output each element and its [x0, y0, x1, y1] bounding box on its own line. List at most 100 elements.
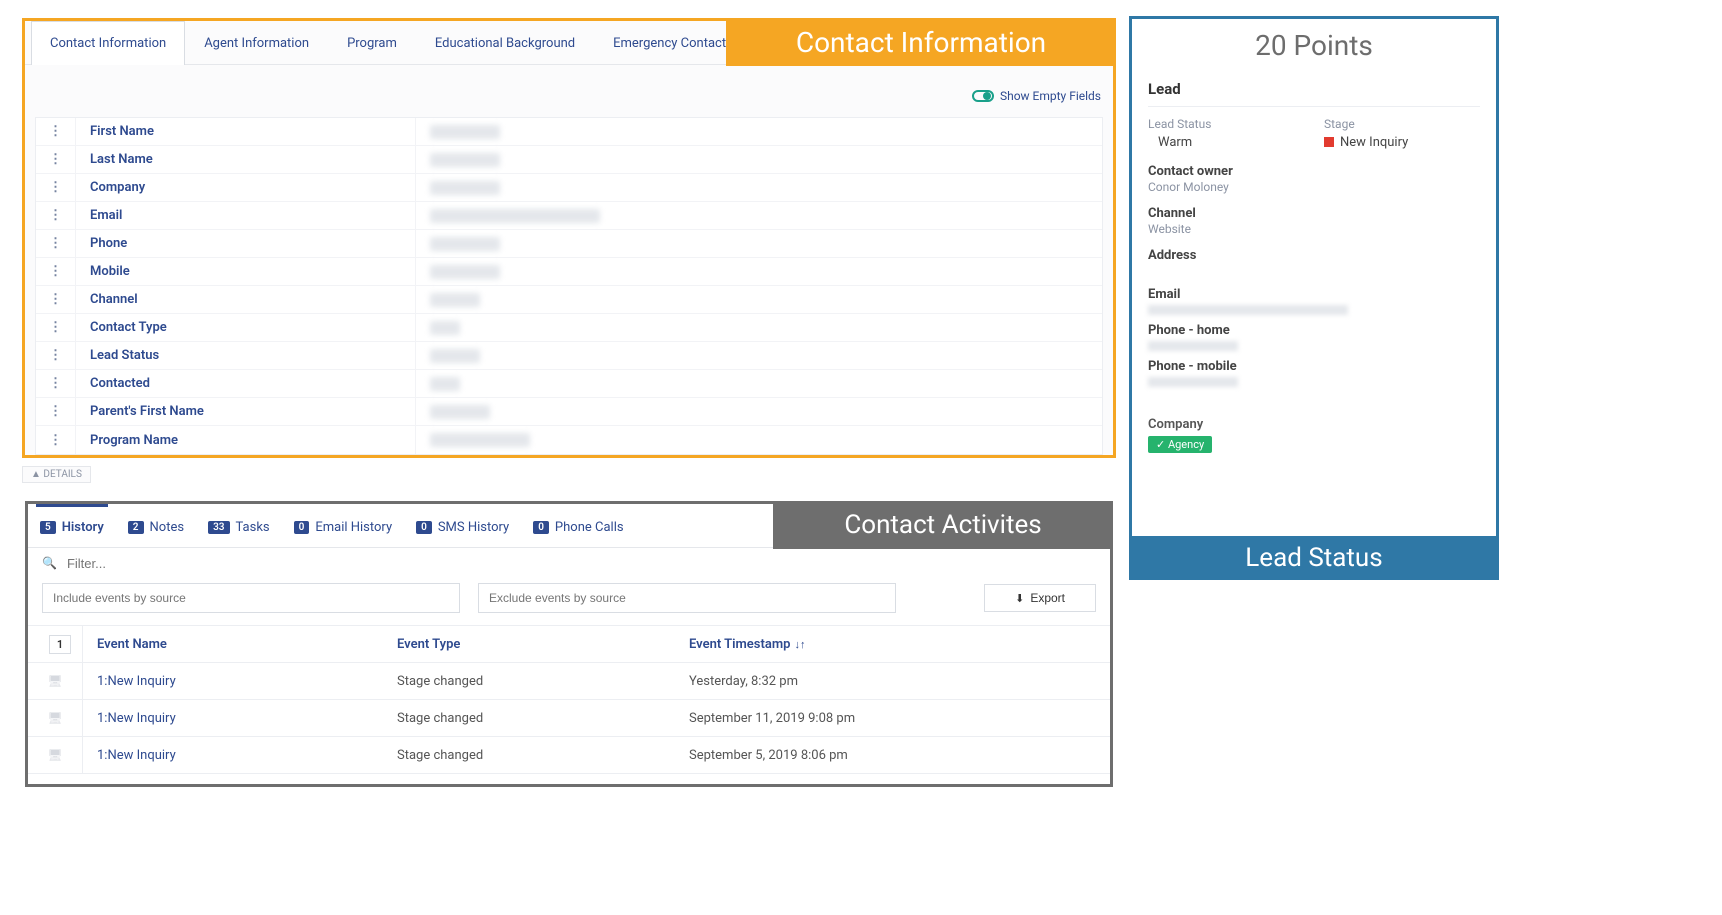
email-label: Email	[1148, 287, 1480, 302]
row-actions-icon[interactable]: ⋮	[36, 258, 76, 285]
event-source-icon[interactable]	[47, 711, 62, 726]
field-row-last-name: ⋮ Last Name	[36, 146, 1102, 174]
tab-program[interactable]: Program	[328, 21, 416, 65]
phone-home-value-redacted	[1148, 341, 1238, 351]
lead-status-panel: 20 Points Lead Lead Status Warm Stage Ne…	[1129, 16, 1499, 580]
filter-row	[28, 548, 1110, 579]
company-agency-tag[interactable]: ✓ Agency	[1148, 436, 1212, 453]
field-row-program-name: ⋮ Program Name	[36, 426, 1102, 454]
field-value[interactable]	[416, 265, 1102, 279]
field-value[interactable]	[416, 293, 1102, 307]
toggle-icon	[972, 90, 994, 102]
field-value[interactable]	[416, 321, 1102, 335]
row-actions-icon[interactable]: ⋮	[36, 314, 76, 341]
phone-mobile-value-redacted	[1148, 377, 1238, 387]
column-event-timestamp[interactable]: Event Timestamp↓↑	[675, 637, 1110, 652]
field-value[interactable]	[416, 349, 1102, 363]
header-count-box[interactable]: 1	[49, 635, 71, 654]
tab-contact-information[interactable]: Contact Information	[31, 21, 185, 65]
phone-mobile-label: Phone - mobile	[1148, 359, 1480, 374]
row-actions-icon[interactable]: ⋮	[36, 202, 76, 229]
field-label: Phone	[76, 230, 416, 257]
tab-label: History	[62, 520, 104, 535]
activities-tab-history[interactable]: 5 History	[36, 504, 108, 548]
lead-status-value: Warm	[1148, 135, 1304, 150]
field-value[interactable]	[416, 209, 1102, 223]
address-label: Address	[1148, 248, 1480, 263]
event-name[interactable]: 1:New Inquiry	[83, 711, 383, 726]
tab-educational-background[interactable]: Educational Background	[416, 21, 594, 65]
field-label: Lead Status	[76, 342, 416, 369]
row-actions-icon[interactable]: ⋮	[36, 146, 76, 173]
contact-owner-label: Contact owner	[1148, 164, 1480, 179]
export-button[interactable]: Export	[984, 584, 1096, 612]
channel-label: Channel	[1148, 206, 1480, 221]
field-row-channel: ⋮ Channel	[36, 286, 1102, 314]
field-row-phone: ⋮ Phone	[36, 230, 1102, 258]
field-label: First Name	[76, 118, 416, 145]
field-row-first-name: ⋮ First Name	[36, 118, 1102, 146]
field-value[interactable]	[416, 377, 1102, 391]
show-empty-fields-label: Show Empty Fields	[1000, 89, 1101, 103]
event-name[interactable]: 1:New Inquiry	[83, 748, 383, 763]
contact-activities-panel: Contact Activites 5 History 2 Notes 33 T…	[25, 501, 1113, 787]
row-actions-icon[interactable]: ⋮	[36, 342, 76, 369]
field-value[interactable]	[416, 153, 1102, 167]
contact-activities-banner: Contact Activites	[773, 501, 1113, 549]
tab-agent-information[interactable]: Agent Information	[185, 21, 328, 65]
field-value[interactable]	[416, 181, 1102, 195]
column-event-type[interactable]: Event Type	[383, 637, 675, 652]
download-icon	[1015, 591, 1024, 605]
event-timestamp: September 11, 2019 9:08 pm	[675, 711, 1110, 726]
row-actions-icon[interactable]: ⋮	[36, 174, 76, 201]
column-event-name[interactable]: Event Name	[83, 637, 383, 652]
row-actions-icon[interactable]: ⋮	[36, 230, 76, 257]
contact-owner-value: Conor Moloney	[1148, 180, 1480, 194]
lead-status-label: Lead Status	[1148, 117, 1304, 131]
field-label: Company	[76, 174, 416, 201]
contact-information-panel: Contact Information Contact Information …	[22, 18, 1116, 458]
event-type: Stage changed	[383, 748, 675, 763]
field-label: Contacted	[76, 370, 416, 397]
row-actions-icon[interactable]: ⋮	[36, 398, 76, 425]
tab-emergency-contact[interactable]: Emergency Contact	[594, 21, 745, 65]
contact-fields-table: ⋮ First Name ⋮ Last Name ⋮ Company ⋮ Ema…	[35, 117, 1103, 455]
event-source-icon[interactable]	[47, 674, 62, 689]
activities-tab-tasks[interactable]: 33 Tasks	[204, 504, 274, 548]
channel-value: Website	[1148, 222, 1480, 236]
activities-tab-email-history[interactable]: 0 Email History	[290, 504, 396, 548]
field-label: Parent's First Name	[76, 398, 416, 425]
show-empty-fields-toggle[interactable]: Show Empty Fields	[972, 89, 1101, 103]
exclude-source-input[interactable]	[478, 583, 896, 613]
field-row-contacted: ⋮ Contacted	[36, 370, 1102, 398]
event-row: 1:New Inquiry Stage changed September 5,…	[28, 737, 1110, 774]
event-type: Stage changed	[383, 711, 675, 726]
activities-tab-sms-history[interactable]: 0 SMS History	[412, 504, 513, 548]
event-name[interactable]: 1:New Inquiry	[83, 674, 383, 689]
field-row-email: ⋮ Email	[36, 202, 1102, 230]
field-value[interactable]	[416, 125, 1102, 139]
field-label: Contact Type	[76, 314, 416, 341]
event-source-icon[interactable]	[47, 748, 62, 763]
activities-tab-phone-calls[interactable]: 0 Phone Calls	[529, 504, 627, 548]
lead-title: Lead	[1148, 80, 1480, 107]
field-row-parents-first-name: ⋮ Parent's First Name	[36, 398, 1102, 426]
row-actions-icon[interactable]: ⋮	[36, 118, 76, 145]
lead-stage-label: Stage	[1324, 117, 1480, 131]
field-value[interactable]	[416, 237, 1102, 251]
field-value[interactable]	[416, 405, 1102, 419]
field-value[interactable]	[416, 433, 1102, 447]
activities-tab-notes[interactable]: 2 Notes	[124, 504, 188, 548]
tab-count-badge: 0	[294, 521, 310, 534]
details-collapse-toggle[interactable]: ▲ DETAILS	[22, 466, 91, 483]
filter-input[interactable]	[67, 556, 1096, 571]
event-timestamp: Yesterday, 8:32 pm	[675, 674, 1110, 689]
source-filter-row: Export	[28, 579, 1110, 625]
tab-count-badge: 2	[128, 521, 144, 534]
row-actions-icon[interactable]: ⋮	[36, 426, 76, 454]
stage-color-icon	[1324, 137, 1334, 147]
include-source-input[interactable]	[42, 583, 460, 613]
row-actions-icon[interactable]: ⋮	[36, 286, 76, 313]
row-actions-icon[interactable]: ⋮	[36, 370, 76, 397]
tab-label: Notes	[150, 520, 185, 535]
